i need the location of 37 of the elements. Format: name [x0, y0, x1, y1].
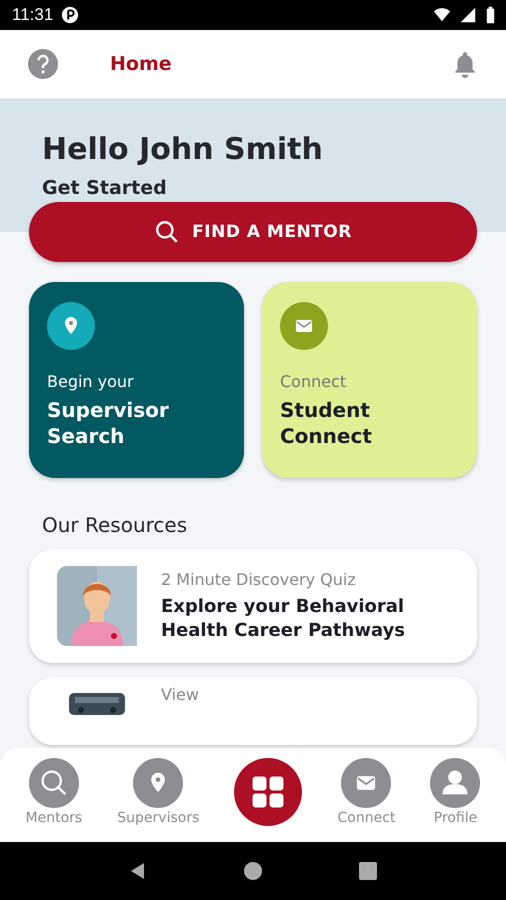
help-icon[interactable]: [28, 49, 58, 79]
signal-icon: [459, 6, 477, 24]
app-notification-icon: [61, 6, 80, 24]
resource-caption: 2 Minute Discovery Quiz: [161, 570, 357, 590]
envelope-icon: [341, 758, 392, 808]
nav-tab[interactable]: Mentors: [26, 758, 82, 826]
nav-tab[interactable]: Profile: [430, 758, 480, 826]
home-icon[interactable]: [242, 861, 263, 881]
resource-card[interactable]: View: [29, 677, 477, 745]
nav-tab[interactable]: [234, 758, 302, 826]
resource-caption: View: [161, 685, 199, 704]
location-pin-icon: [47, 302, 95, 350]
search-icon: [154, 219, 180, 245]
greeting-title: Hello John Smith: [42, 132, 324, 167]
search-icon: [28, 758, 79, 808]
recents-icon[interactable]: [358, 861, 378, 881]
find-mentor-button[interactable]: FIND A MENTOR: [29, 202, 477, 262]
nav-tab[interactable]: Connect: [338, 758, 396, 826]
feature-card[interactable]: Begin your Supervisor Search: [29, 282, 244, 478]
grid-icon: [234, 758, 302, 826]
card-caption: Begin your: [47, 372, 135, 391]
wifi-icon: [433, 6, 451, 24]
card-title: Supervisor Search: [47, 397, 170, 449]
greeting-subtitle: Get Started: [42, 177, 168, 199]
status-time: 11:31: [12, 5, 54, 25]
resource-card[interactable]: 2 Minute Discovery Quiz Explore your Behavioral Health Career Pathways: [29, 549, 477, 663]
resource-title: Explore your Behavioral Health Career Pathways: [161, 595, 406, 642]
battery-icon: [485, 5, 496, 25]
nav-tab[interactable]: Supervisors: [117, 758, 200, 826]
card-title: Student Connect: [280, 397, 373, 449]
envelope-icon: [280, 302, 328, 350]
screen-title: Home: [110, 53, 172, 75]
feature-card[interactable]: Connect Student Connect: [262, 282, 477, 478]
location-pin-icon: [133, 758, 184, 808]
card-caption: Connect: [280, 372, 348, 391]
person-icon: [430, 758, 480, 808]
section-heading: Our Resources: [42, 513, 188, 537]
